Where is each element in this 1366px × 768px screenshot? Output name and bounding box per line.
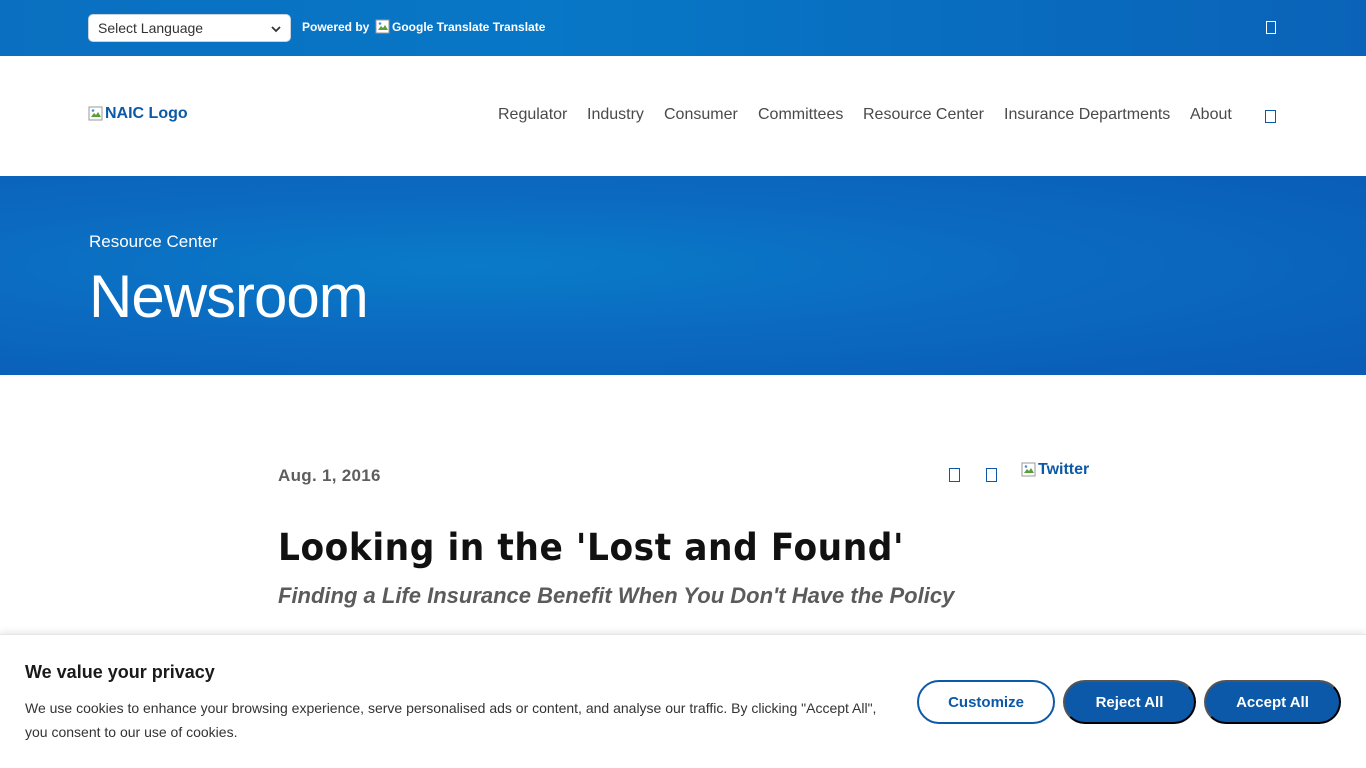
page-title: Newsroom xyxy=(89,263,369,330)
nav-item-about[interactable]: About xyxy=(1190,106,1232,124)
google-translate-label: Google Translate Translate xyxy=(392,20,546,34)
language-select-value: Select Language xyxy=(98,20,204,36)
broken-image-icon xyxy=(88,106,103,121)
nav-item-consumer[interactable]: Consumer xyxy=(664,106,738,124)
article-title: Looking in the 'Lost and Found' xyxy=(278,526,905,569)
search-icon[interactable] xyxy=(1265,110,1276,123)
nav-item-regulator[interactable]: Regulator xyxy=(498,106,567,124)
nav-item-resource-center[interactable]: Resource Center xyxy=(863,106,984,124)
share-icon[interactable] xyxy=(949,468,960,482)
cookie-title: We value your privacy xyxy=(25,662,215,682)
article-date: Aug. 1, 2016 xyxy=(278,466,381,485)
chevron-down-icon xyxy=(271,26,281,33)
google-translate-link[interactable]: Google Translate Translate xyxy=(375,19,545,35)
accept-all-button[interactable]: Accept All xyxy=(1204,680,1341,724)
twitter-alt-text: Twitter xyxy=(1038,461,1090,478)
powered-by-label: Powered by xyxy=(302,20,370,34)
nav-item-industry[interactable]: Industry xyxy=(587,106,644,124)
broken-image-icon xyxy=(375,19,390,34)
translate-bar: Select Language Powered by Google Transl… xyxy=(0,0,1366,56)
nav-item-insurance-departments[interactable]: Insurance Departments xyxy=(1004,106,1170,124)
article-subtitle: Finding a Life Insurance Benefit When Yo… xyxy=(278,583,955,608)
site-header: NAIC Logo Regulator Industry Consumer Co… xyxy=(0,56,1366,176)
reject-all-button[interactable]: Reject All xyxy=(1063,680,1196,724)
logo-alt-text: NAIC Logo xyxy=(105,105,188,122)
nav-item-committees[interactable]: Committees xyxy=(758,106,843,124)
site-logo[interactable]: NAIC Logo xyxy=(88,105,188,123)
customize-button[interactable]: Customize xyxy=(917,680,1055,724)
hero-banner: Resource Center Newsroom xyxy=(0,176,1366,375)
accessibility-icon[interactable] xyxy=(1266,21,1276,34)
cookie-consent-banner: We value your privacy We use cookies to … xyxy=(0,634,1366,768)
twitter-share-link[interactable]: Twitter xyxy=(1021,461,1089,479)
language-select[interactable]: Select Language xyxy=(88,14,291,42)
cookie-description: We use cookies to enhance your browsing … xyxy=(25,700,877,740)
hero-section-label: Resource Center xyxy=(89,232,218,251)
broken-image-icon xyxy=(1021,462,1036,477)
print-icon[interactable] xyxy=(986,468,997,482)
